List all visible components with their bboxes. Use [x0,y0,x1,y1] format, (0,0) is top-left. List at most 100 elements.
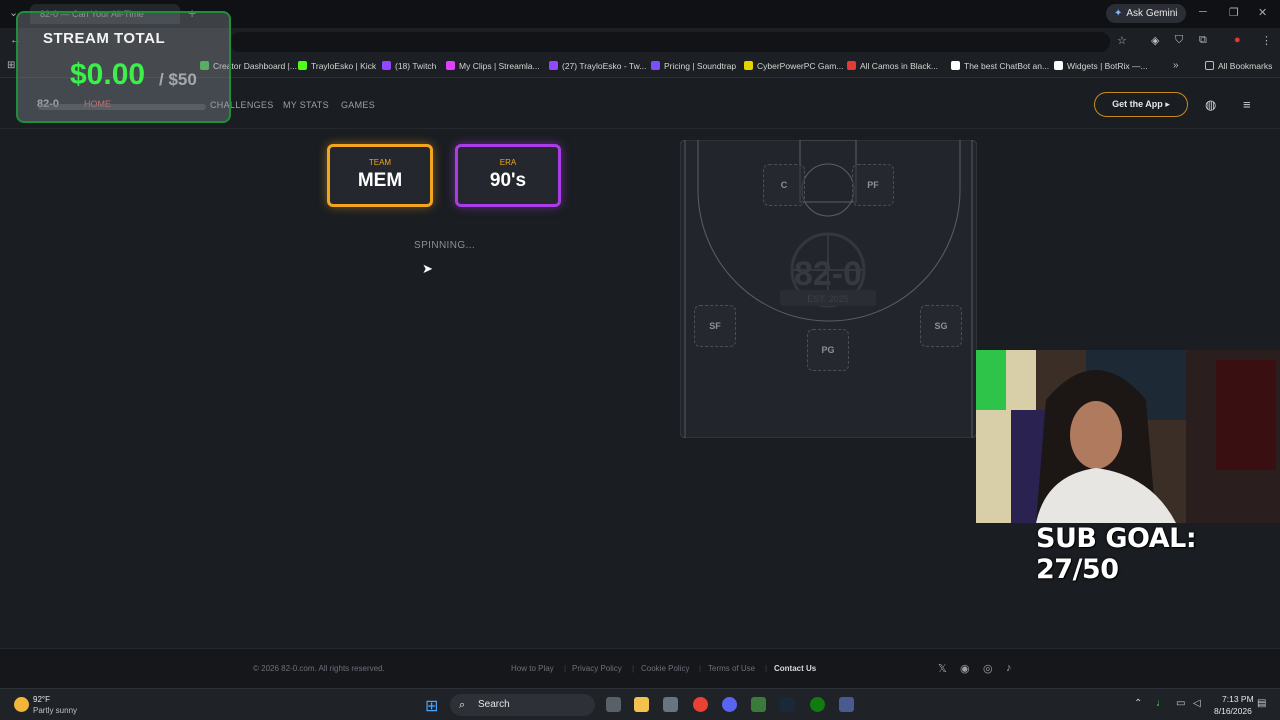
instagram-icon[interactable]: ◎ [983,662,993,675]
get-the-app-button[interactable]: Get the App ▸ [1094,92,1188,117]
extension-icon[interactable]: ◈ [1151,34,1159,47]
stream-total-amount: $0.00 [70,58,146,91]
shield-icon[interactable]: ⛉ [1175,34,1183,47]
address-bar[interactable] [230,32,1110,52]
tray-overflow-icon[interactable]: ⌃ [1134,698,1142,709]
slot-sf[interactable]: SF [694,305,736,347]
bookmark-item[interactable]: Pricing | Soundtrap [651,61,736,71]
bookmark-favicon-icon [446,61,455,70]
slot-c[interactable]: C [763,164,805,206]
era-label: ERA [499,158,517,167]
footer-privacy-policy[interactable]: Privacy Policy [572,664,622,673]
restore-icon[interactable]: ❐ [1229,6,1239,19]
bookmark-item[interactable]: The best ChatBot an... [951,61,1049,71]
copyright: © 2026 82-0.com. All rights reserved. [253,664,385,673]
bookmark-item[interactable]: Widgets | BotRix —... [1054,61,1148,71]
profile-avatar-icon[interactable]: ● [1234,34,1241,46]
bookmark-favicon-icon [744,61,753,70]
footer-separator: | [699,664,702,673]
gemini-icon: ✦ [1114,8,1123,19]
footer-contact-us[interactable]: Contact Us [774,664,816,673]
discord-app-icon[interactable] [722,697,737,712]
footer-how-to-play[interactable]: How to Play [511,664,554,673]
steam-icon[interactable] [780,697,795,712]
app-icon[interactable] [839,697,854,712]
team-card: TEAM MEM [327,144,433,207]
footer-terms-of-use[interactable]: Terms of Use [708,664,755,673]
xbox-icon[interactable] [810,697,825,712]
bookmark-item[interactable]: (18) Twitch [382,61,436,71]
bookmark-item[interactable]: All Camos in Black... [847,61,938,71]
windows-start-icon[interactable]: ⊞ [425,696,438,716]
all-bookmarks[interactable]: All Bookmarks [1205,61,1272,71]
bookmark-label: Pricing | Soundtrap [664,61,737,71]
network-icon[interactable]: ▭ [1176,698,1185,709]
search-icon: ⌕ [459,699,466,711]
volume-icon[interactable]: ◁ [1193,698,1201,709]
taskbar-search[interactable]: ⌕ Search [450,694,595,716]
bookmark-label: CyberPowerPC Gam... [757,61,844,71]
bookmark-label: The best ChatBot an... [964,61,1050,71]
weather-icon [14,697,29,712]
task-view-icon[interactable] [606,697,621,712]
spinning-status: SPINNING... [414,240,476,251]
apps-grid-icon[interactable]: ⊞ [7,60,15,71]
era-card: ERA 90's [455,144,561,207]
hamburger-menu-icon[interactable]: ≡ [1243,97,1251,112]
discord-icon[interactable]: ◉ [960,662,970,675]
team-label: TEAM [368,158,392,167]
weather-desc[interactable]: Partly sunny [33,706,77,715]
bookmark-label: All Camos in Black... [860,61,938,71]
search-label: Search [478,699,510,710]
bookmark-favicon-icon [951,61,960,70]
weather-temp[interactable]: 92°F [33,695,50,704]
slot-pf[interactable]: PF [852,164,894,206]
file-explorer-icon[interactable] [634,697,649,712]
get-app-label: Get the App [1112,99,1163,109]
bookmark-favicon-icon [298,61,307,70]
x-twitter-icon[interactable]: 𝕏 [938,662,947,675]
slot-label: C [780,180,788,190]
minimize-icon[interactable]: ─ [1199,6,1207,18]
webcam-feed [976,350,1280,523]
bookmark-item[interactable]: TrayloEsko | Kick [298,61,376,71]
clock-date[interactable]: 8/16/2026 [1214,706,1252,716]
site-footer: © 2026 82-0.com. All rights reserved. Ho… [0,648,1280,688]
clock-time[interactable]: 7:13 PM [1222,694,1254,704]
close-icon[interactable]: ✕ [1258,6,1267,19]
screen: ⌄ 82-0 — Can Your All-Time + ✦ Ask Gemini… [0,0,1280,720]
chrome-icon[interactable] [693,697,708,712]
nav-my-stats[interactable]: MY STATS [283,100,329,110]
bookmark-label: (18) Twitch [395,61,437,71]
slot-pg[interactable]: PG [807,329,849,371]
nav-games[interactable]: GAMES [341,100,375,110]
all-bookmarks-label: All Bookmarks [1218,61,1273,71]
bookmark-item[interactable]: (27) TrayloEsko - Tw... [549,61,646,71]
bookmark-label: TrayloEsko | Kick [311,61,377,71]
language-globe-icon[interactable]: ◍ [1205,97,1216,113]
mouse-cursor-icon: ➤ [422,261,433,276]
basketball-court: 82-0 EST. 2025 C PF SF PG SG [679,139,978,439]
bookmark-item[interactable]: My Clips | Streamla... [446,61,540,71]
bookmark-label: Widgets | BotRix —... [1067,61,1148,71]
bookmark-label: (27) TrayloEsko - Tw... [562,61,647,71]
more-bookmarks-icon[interactable]: » [1173,60,1179,71]
footer-cookie-policy[interactable]: Cookie Policy [641,664,689,673]
microphone-icon[interactable]: ♩ [1156,698,1166,709]
webcam-image [976,350,1280,523]
notification-icon[interactable]: ▤ [1257,698,1266,709]
store-icon[interactable] [663,697,678,712]
tiktok-icon[interactable]: ♪ [1006,662,1012,674]
team-value: MEM [357,170,403,191]
ask-gemini-button[interactable]: ✦ Ask Gemini [1106,4,1186,23]
bookmark-star-icon[interactable]: ☆ [1117,34,1127,47]
folder-icon [1205,61,1214,70]
game-app-icon[interactable] [751,697,766,712]
extensions-puzzle-icon[interactable]: ⧉ [1199,34,1207,47]
ask-gemini-label: Ask Gemini [1126,8,1178,19]
slot-label: SF [709,321,721,331]
slot-sg[interactable]: SG [920,305,962,347]
bookmark-item[interactable]: CyberPowerPC Gam... [744,61,843,71]
menu-kebab-icon[interactable]: ⋮ [1261,34,1272,47]
bookmark-label: My Clips | Streamla... [459,61,540,71]
